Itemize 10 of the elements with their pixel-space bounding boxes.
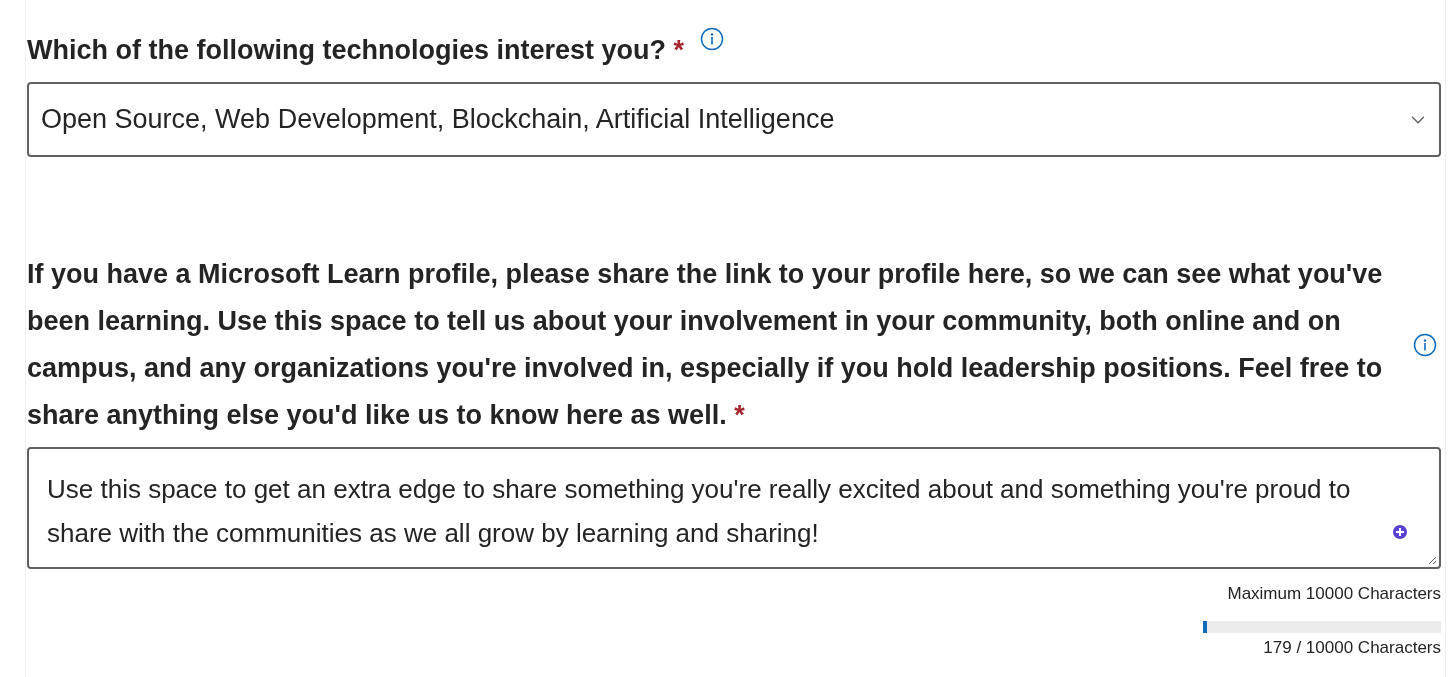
character-limit: Maximum 10000 Characters [1227,583,1441,605]
dropdown[interactable]: Open Source, Web Development, Blockchain, Artificial Intelligence [27,82,1441,157]
character-count: 179 / 10000 Characters [1263,636,1441,659]
resize-handle-icon[interactable] [1427,555,1437,565]
text-area[interactable]: Use this space to get an extra edge to share something you're really excited about and something you're proud to share with the communities as we all grow by learning and sharing! [27,447,1441,569]
question-label: If you have a Microsoft Learn profile, please share the link to your profile here, so we can see what you've been learning. Use this space to tell us about your involvement in your community, both online and on campus, and any organizations you're involved in, especially if you hold leadership positions. Feel free to share anything else you'd like us to know here as well. * [27,258,1384,432]
info-icon[interactable] [700,27,724,51]
info-icon[interactable] [1413,333,1437,357]
question-label: Which of the following technologies interest you? * [27,34,684,67]
plus-icon[interactable] [1393,525,1407,539]
